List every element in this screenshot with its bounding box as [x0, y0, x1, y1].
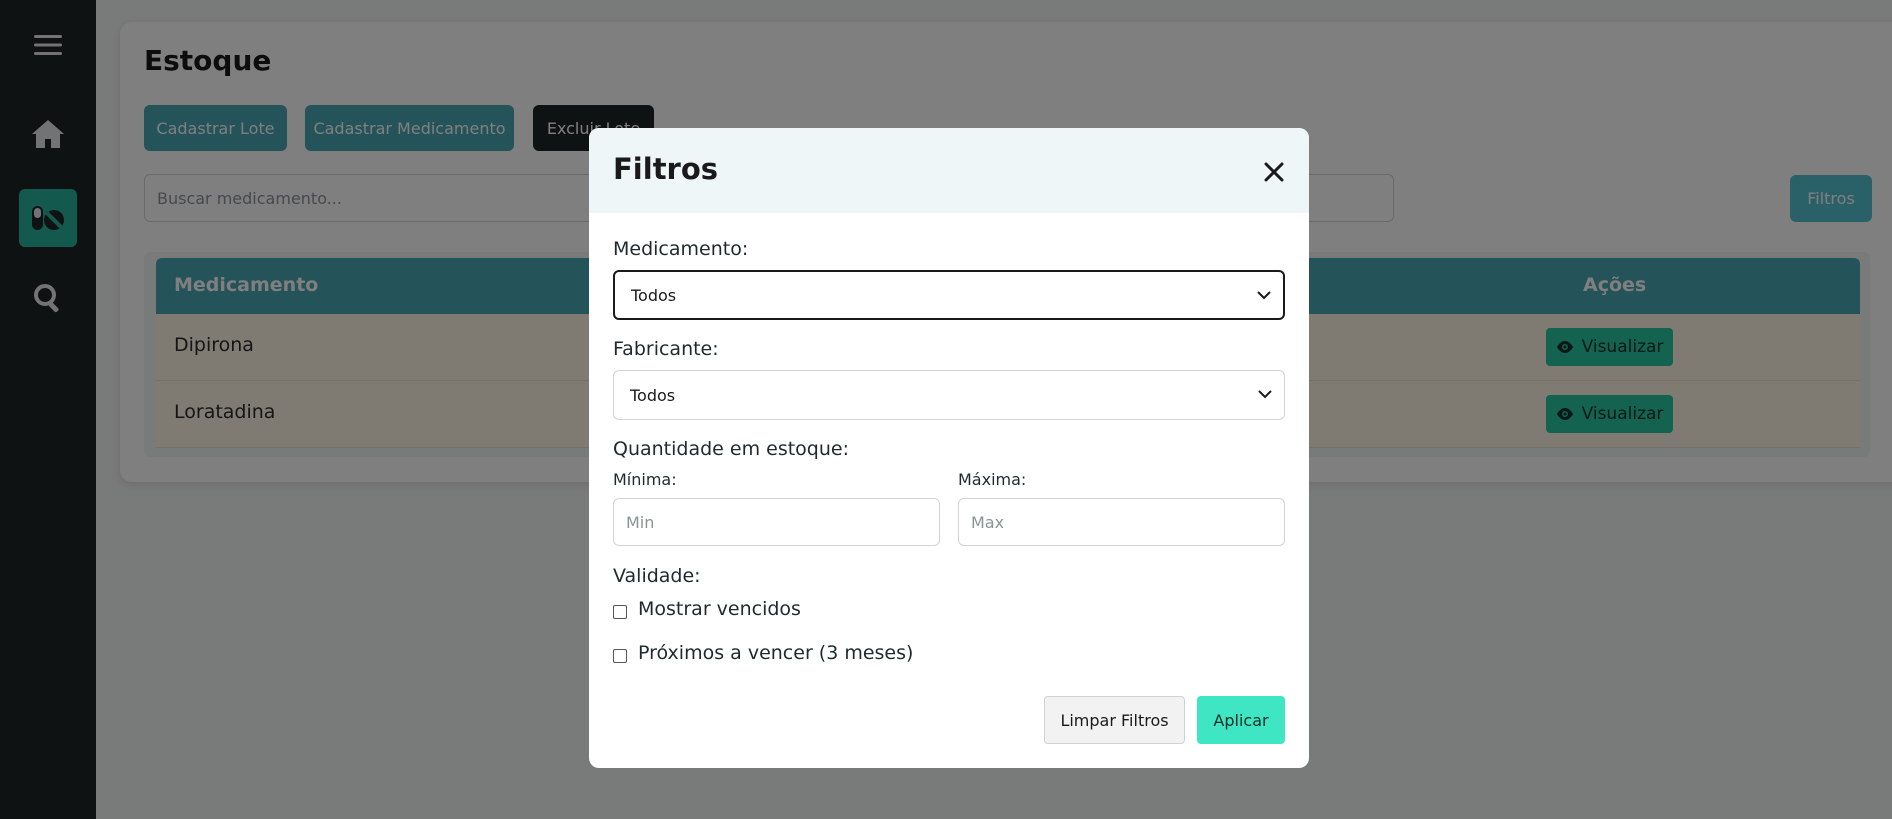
fabricante-select-value: Todos	[630, 385, 676, 405]
medicamento-select[interactable]: Todos	[613, 270, 1285, 320]
mostrar-vencidos-checkbox[interactable]	[613, 605, 627, 619]
close-icon	[1264, 162, 1284, 182]
aplicar-button[interactable]: Aplicar	[1197, 696, 1285, 744]
proximos-vencer-checkbox[interactable]	[613, 649, 627, 663]
fabricante-label: Fabricante:	[613, 338, 719, 360]
minima-input[interactable]	[613, 498, 940, 546]
medicamento-label: Medicamento:	[613, 238, 749, 260]
fabricante-select[interactable]: Todos	[613, 370, 1285, 420]
chevron-down-icon	[1258, 390, 1272, 399]
filters-modal: Filtros Medicamento: Todos Fabricante: T…	[589, 128, 1309, 768]
proximos-vencer-label: Próximos a vencer (3 meses)	[638, 642, 914, 664]
chevron-down-icon	[1257, 291, 1271, 300]
quantidade-label: Quantidade em estoque:	[613, 438, 849, 460]
validade-label: Validade:	[613, 565, 701, 587]
maxima-label: Máxima:	[958, 470, 1027, 489]
modal-header: Filtros	[589, 128, 1309, 213]
maxima-input[interactable]	[958, 498, 1285, 546]
modal-title: Filtros	[613, 152, 719, 186]
close-button[interactable]	[1260, 158, 1288, 186]
medicamento-select-value: Todos	[631, 285, 677, 305]
minima-label: Mínima:	[613, 470, 677, 489]
limpar-filtros-button[interactable]: Limpar Filtros	[1044, 696, 1185, 744]
mostrar-vencidos-label: Mostrar vencidos	[638, 598, 801, 620]
